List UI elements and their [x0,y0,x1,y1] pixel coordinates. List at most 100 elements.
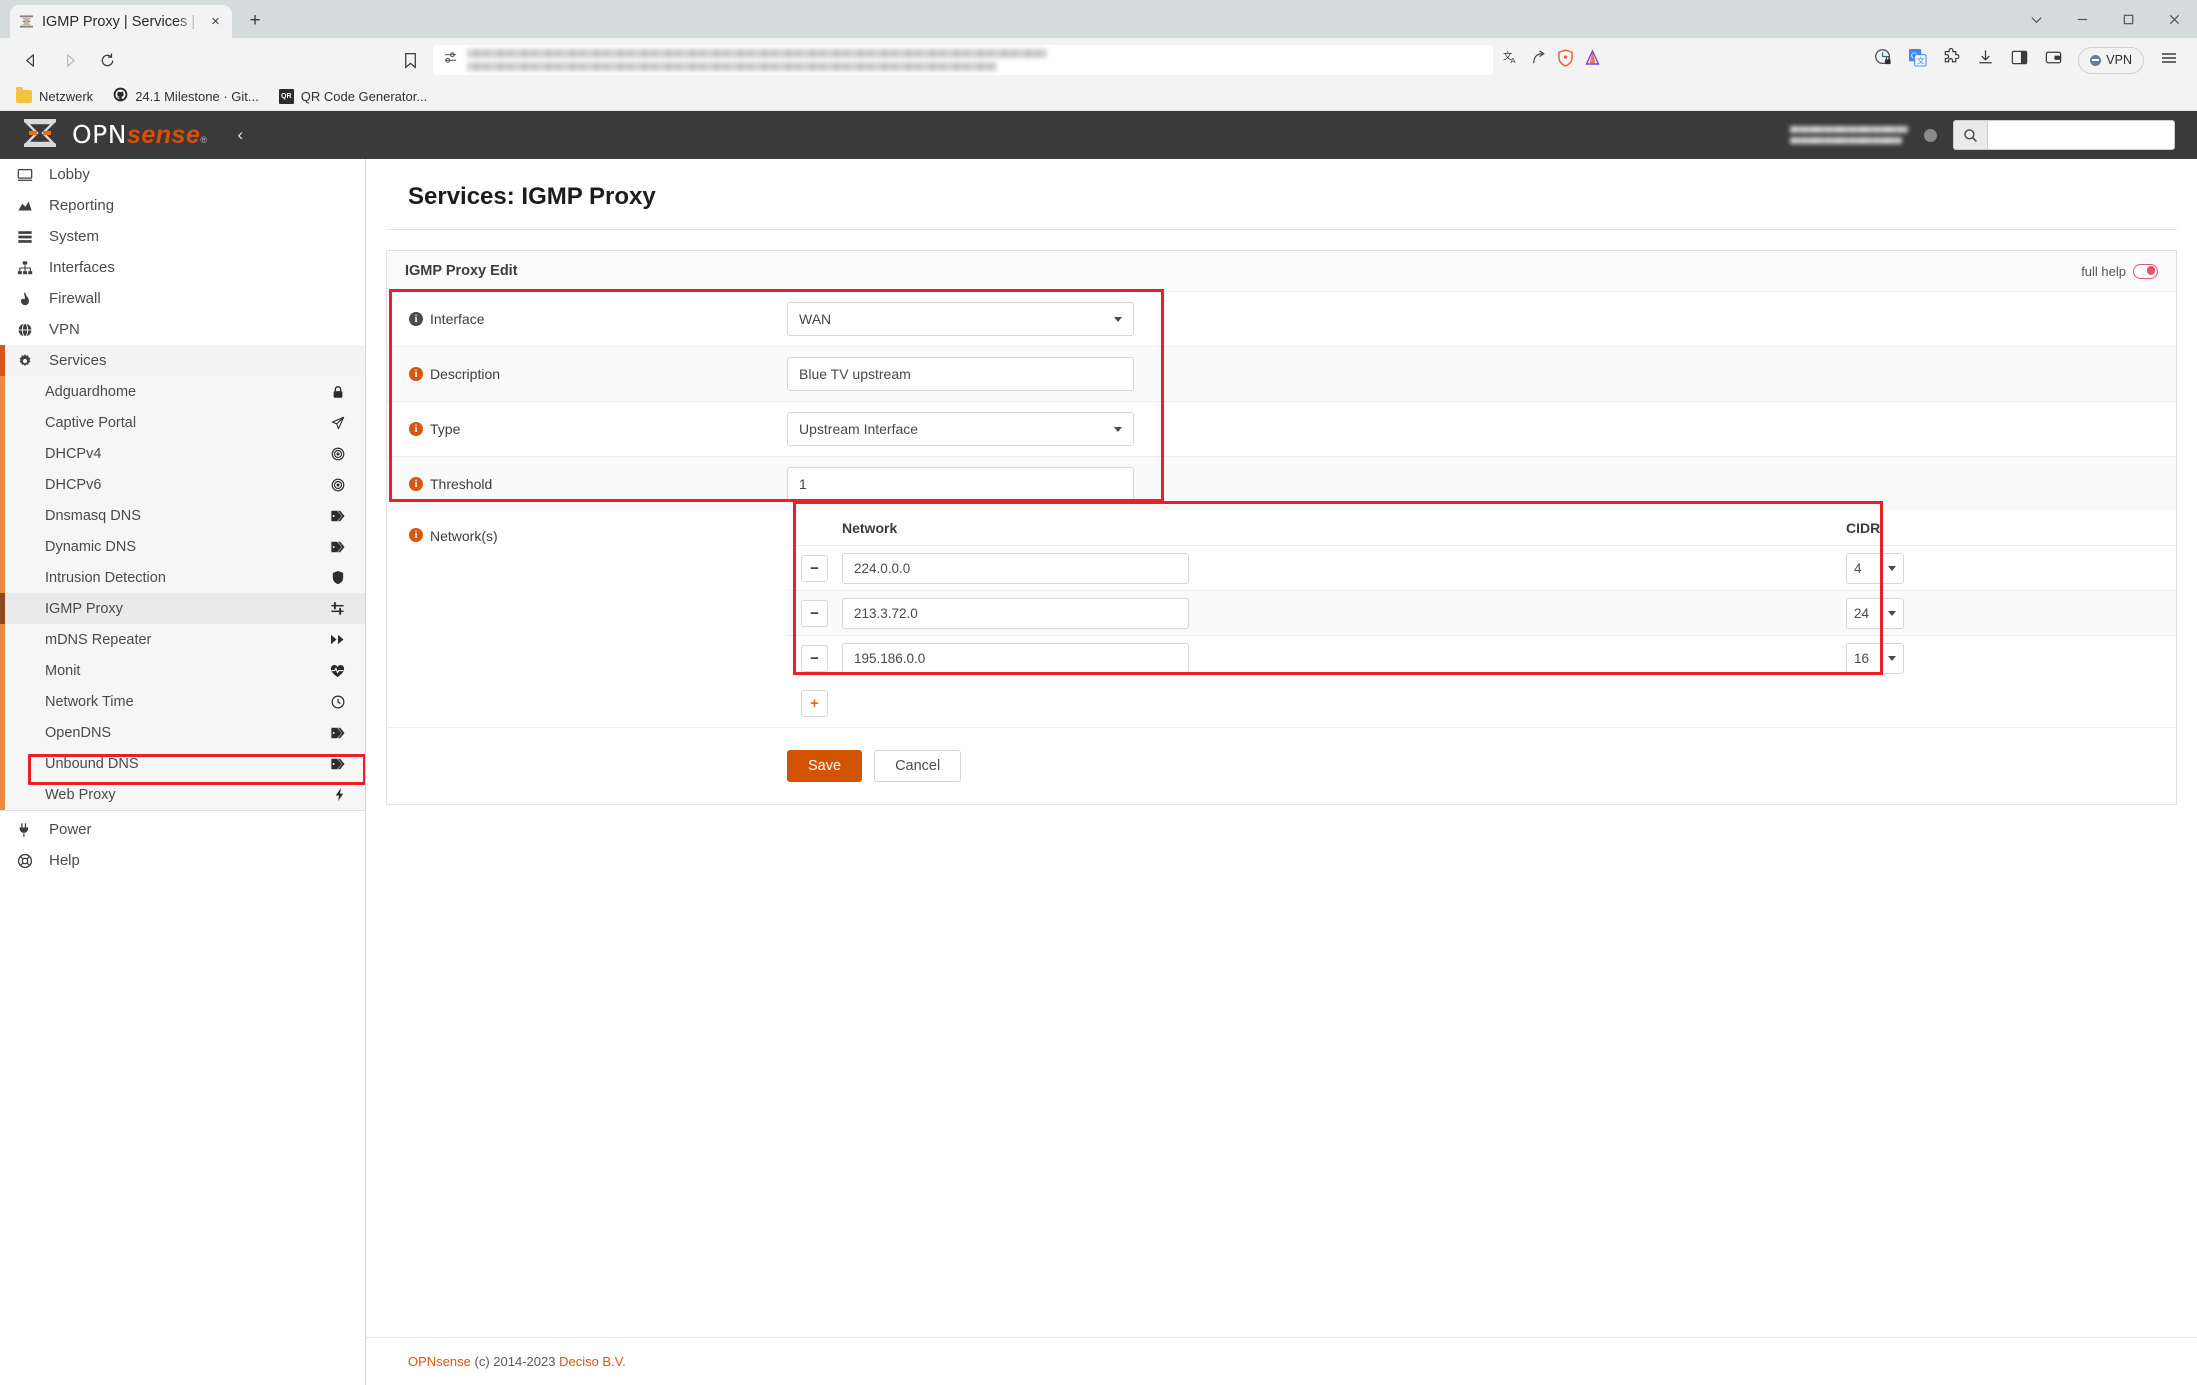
search-input[interactable] [1987,120,2175,150]
sidebar-item-lobby[interactable]: Lobby [0,159,365,190]
interface-select[interactable]: WAN [787,302,1134,336]
info-icon[interactable]: i [409,477,423,491]
form-actions: Save Cancel [387,727,2176,804]
browser-toolbar-right: G文 VPN [1874,46,2183,74]
threshold-input[interactable]: 1 [787,467,1134,501]
networks-label: i Network(s) [387,511,787,727]
sidebar-item-web-proxy[interactable]: Web Proxy [0,779,365,810]
translate-icon[interactable]: 文A [1503,49,1520,71]
sidebar-item-dynamic-dns[interactable]: Dynamic DNS [0,531,365,562]
sidebar-item-label: OpenDNS [45,724,112,741]
sidebar-item-dhcpv4[interactable]: DHCPv4 [0,438,365,469]
network-input[interactable]: 213.3.72.0 [842,597,1189,629]
google-translate-ext-icon[interactable]: G文 [1908,48,1927,72]
save-button[interactable]: Save [787,750,863,782]
sidebar-item-network-time[interactable]: Network Time [0,686,365,717]
share-icon[interactable] [1530,49,1547,71]
vpn-button[interactable]: VPN [2078,46,2144,74]
browser-menu-icon[interactable] [2159,48,2179,73]
network-input[interactable]: 224.0.0.0 [842,552,1189,584]
svg-text:A: A [1511,56,1517,65]
chevron-down-icon [1114,426,1122,432]
bookmark-item-milestone[interactable]: 24.1 Milestone · Git... [113,87,259,105]
sidebar-item-vpn[interactable]: VPN [0,314,365,345]
browser-tab[interactable]: IGMP Proxy | Services | OPNsense × [10,5,232,38]
info-icon[interactable]: i [409,312,423,326]
remove-row-cell: − [787,599,842,627]
full-help-toggle[interactable]: full help [2081,263,2158,279]
sidebar-item-adguardhome[interactable]: Adguardhome [0,376,365,407]
sidebar-item-reporting[interactable]: Reporting [0,190,365,221]
sidebar-item-dnsmasq-dns[interactable]: Dnsmasq DNS [0,500,365,531]
site-settings-icon[interactable] [443,50,458,70]
description-input[interactable]: Blue TV upstream [787,357,1134,391]
bookmark-icon[interactable] [397,52,423,69]
footer-company-link[interactable]: Deciso B.V. [559,1354,626,1369]
toggle-switch-icon[interactable] [2133,263,2158,279]
sidebar-item-captive-portal[interactable]: Captive Portal [0,407,365,438]
tab-close-icon[interactable]: × [207,14,224,29]
sidebar-item-interfaces[interactable]: Interfaces [0,252,365,283]
info-icon[interactable]: i [409,367,423,381]
info-icon[interactable]: i [409,422,423,436]
url-input[interactable] [433,45,1494,75]
cidr-select[interactable]: 16 [1846,642,1904,674]
brave-shield-icon[interactable] [1557,48,1574,72]
remove-row-button[interactable]: − [801,554,828,582]
sidebar-item-label: Captive Portal [45,414,137,431]
downloads-icon[interactable] [1976,48,1995,72]
opnsense-logo[interactable]: OPN sense ® ‹ [0,118,243,153]
networks-table: Network CIDR − 224.0.0.0 4 − 213.3.72.0 … [787,511,2176,727]
bookmark-item-netzwerk[interactable]: Netzwerk [16,86,93,104]
interface-select-value: WAN [799,311,832,327]
cidr-select[interactable]: 24 [1846,597,1904,629]
brave-leo-icon[interactable] [1584,48,1601,72]
reload-icon[interactable] [90,43,124,77]
info-icon[interactable]: i [409,528,423,542]
sidebar-toggle-icon[interactable] [2010,48,2029,72]
opnsense-search[interactable] [1953,120,2175,150]
sidebar-item-opendns[interactable]: OpenDNS [0,717,365,748]
close-window-icon[interactable] [2151,0,2197,38]
threshold-control: 1 [787,467,2176,501]
sidebar-collapse-chevron-icon[interactable]: ‹ [238,125,244,145]
type-select[interactable]: Upstream Interface [787,412,1134,446]
sidebar-item-firewall[interactable]: Firewall [0,283,365,314]
sidebar-item-system[interactable]: System [0,221,365,252]
sidebar-item-igmp-proxy[interactable]: IGMP Proxy [0,593,365,624]
privacy-lock-icon[interactable] [1874,48,1893,72]
sidebar-item-services[interactable]: Services [0,345,365,376]
minimize-icon[interactable] [2059,0,2105,38]
tab-search-icon[interactable] [2013,0,2059,38]
clock-icon [331,695,345,709]
sidebar-item-help[interactable]: Help [0,845,365,876]
sidebar-item-monit[interactable]: Monit [0,655,365,686]
sidebar-item-unbound-dns[interactable]: Unbound DNS [0,748,365,779]
add-network-button[interactable]: + [801,690,828,717]
footer-brand-link[interactable]: OPNsense [408,1354,471,1369]
cancel-button[interactable]: Cancel [874,750,962,782]
search-icon[interactable] [1953,120,1987,150]
back-icon[interactable] [14,43,48,77]
page-title: Services: IGMP Proxy [386,159,2177,230]
wallet-icon[interactable] [2044,48,2063,72]
network-input[interactable]: 195.186.0.0 [842,642,1189,674]
sidebar-item-power[interactable]: Power [0,814,365,845]
sidebar-item-mdns-repeater[interactable]: mDNS Repeater [0,624,365,655]
bookmark-item-qr[interactable]: QR QR Code Generator... [278,88,427,104]
sidebar-item-label: Help [49,852,80,869]
cidr-select[interactable]: 4 [1846,552,1904,584]
sidebar-item-dhcpv6[interactable]: DHCPv6 [0,469,365,500]
table-row: − 195.186.0.0 16 [787,635,2176,680]
footer-copyright: (c) 2014-2023 [474,1354,556,1369]
forward-icon[interactable] [52,43,86,77]
extensions-puzzle-icon[interactable] [1942,47,1961,72]
remove-row-cell: − [787,554,842,582]
remove-row-button[interactable]: − [801,644,828,672]
sidebar-item-intrusion-detection[interactable]: Intrusion Detection [0,562,365,593]
new-tab-button[interactable]: + [240,6,270,36]
maximize-icon[interactable] [2105,0,2151,38]
add-row-cell: + [787,680,2176,727]
sidebar-item-label: System [49,228,100,245]
remove-row-button[interactable]: − [801,599,828,627]
